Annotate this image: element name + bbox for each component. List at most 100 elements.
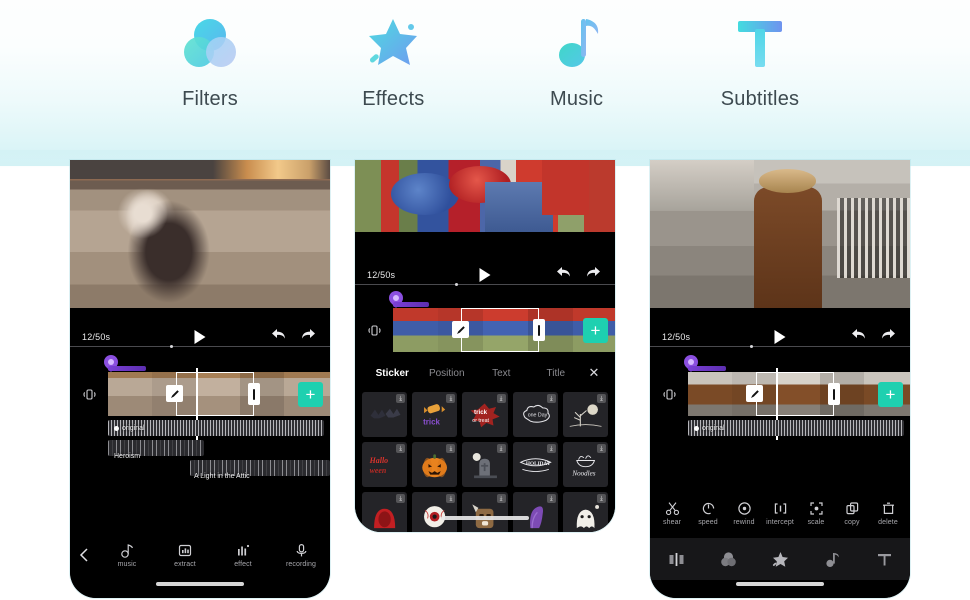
sticker-bats[interactable]: ⤓ xyxy=(362,392,408,438)
vibrate-icon[interactable] xyxy=(663,388,676,404)
audio-toolbar[interactable]: music extract effect recording xyxy=(70,532,330,578)
play-icon[interactable] xyxy=(479,268,491,282)
undo-icon[interactable] xyxy=(556,266,571,284)
tool-copy[interactable]: copy xyxy=(834,501,870,526)
tool-music[interactable]: music xyxy=(98,543,156,568)
close-x-icon[interactable]: ✕ xyxy=(583,365,605,381)
nav-text[interactable] xyxy=(875,550,894,569)
play-icon[interactable] xyxy=(774,330,786,344)
clip-frame[interactable] xyxy=(688,372,732,416)
video-preview[interactable] xyxy=(70,160,330,308)
scrub-dot[interactable] xyxy=(750,345,753,348)
tab-sticker[interactable]: Sticker xyxy=(365,368,420,379)
tab-title[interactable]: Title xyxy=(529,368,584,379)
download-icon[interactable]: ⤓ xyxy=(396,394,406,403)
nav-clip-edit[interactable] xyxy=(667,550,686,569)
sticker-eyeball[interactable]: ⤓ xyxy=(412,492,458,532)
sticker-moon-tree[interactable]: ⤓ xyxy=(562,392,608,438)
tool-delete[interactable]: delete xyxy=(870,501,906,526)
redo-icon[interactable] xyxy=(881,328,896,346)
redo-icon[interactable] xyxy=(301,328,316,346)
download-icon[interactable]: ⤓ xyxy=(446,494,456,504)
tool-shear[interactable]: shear xyxy=(654,501,690,526)
download-icon[interactable]: ⤓ xyxy=(597,394,606,403)
sticker-clip-bar[interactable] xyxy=(688,366,726,371)
clip-frame[interactable] xyxy=(393,308,438,352)
timeline[interactable]: + original xyxy=(650,352,910,452)
timeline[interactable]: + xyxy=(355,288,615,360)
vibrate-icon[interactable] xyxy=(368,324,381,340)
clip-tools-toolbar[interactable]: shear speed rewind intercept scale copy … xyxy=(650,490,910,536)
pencil-icon[interactable] xyxy=(452,321,469,338)
feature-subtitles[interactable]: Subtitles xyxy=(685,8,835,111)
bottom-navbar[interactable] xyxy=(650,538,910,580)
nav-filters[interactable] xyxy=(719,550,738,569)
tab-text[interactable]: Text xyxy=(474,368,529,379)
video-preview[interactable] xyxy=(650,160,910,308)
add-clip-button[interactable]: + xyxy=(583,318,608,343)
timeline[interactable]: + original Heroism A Light in the Attic xyxy=(70,352,330,480)
sticker-red-hood[interactable]: ⤓ xyxy=(362,492,408,532)
download-icon[interactable]: ⤓ xyxy=(496,444,506,454)
download-icon[interactable]: ⤓ xyxy=(546,444,556,454)
playhead[interactable] xyxy=(196,368,198,448)
tool-intercept[interactable]: intercept xyxy=(762,501,798,526)
nav-music[interactable] xyxy=(823,550,842,569)
tool-scale[interactable]: scale xyxy=(798,501,834,526)
sticker-halloween-text[interactable]: ⤓ Hallo ween xyxy=(362,442,408,488)
back-chevron-icon[interactable] xyxy=(70,548,98,562)
trim-handle-right[interactable] xyxy=(533,319,545,341)
sticker-clip-bar[interactable] xyxy=(108,366,146,371)
audio-track-original[interactable]: original xyxy=(688,420,904,436)
clip-selection-box[interactable] xyxy=(461,308,539,352)
sticker-candy[interactable]: ⤓ trick xyxy=(412,392,458,438)
sticker-clip-bar[interactable] xyxy=(393,302,429,307)
sticker-purple-ghost[interactable]: ⤓ xyxy=(512,492,558,532)
clip-frame[interactable] xyxy=(108,372,152,416)
download-icon[interactable]: ⤓ xyxy=(546,494,556,504)
sticker-white-ghost[interactable]: ⤓ xyxy=(562,492,608,532)
tool-speed[interactable]: speed xyxy=(690,501,726,526)
audio-track-original[interactable]: original xyxy=(108,420,324,436)
sticker-holiday-badge[interactable]: ⤓ HOLIDAY xyxy=(512,442,558,488)
sticker-dog[interactable]: ⤓ xyxy=(462,492,508,532)
video-preview[interactable] xyxy=(355,160,615,232)
redo-icon[interactable] xyxy=(586,266,601,284)
download-icon[interactable]: ⤓ xyxy=(396,494,406,504)
pencil-icon[interactable] xyxy=(166,385,183,402)
trim-handle-right[interactable] xyxy=(248,383,260,405)
scrub-dot[interactable] xyxy=(170,345,173,348)
play-icon[interactable] xyxy=(194,330,206,344)
vibrate-icon[interactable] xyxy=(83,388,96,404)
download-icon[interactable]: ⤓ xyxy=(446,444,456,454)
download-icon[interactable]: ⤓ xyxy=(496,394,506,403)
feature-effects[interactable]: Effects xyxy=(318,8,468,111)
nav-effects[interactable] xyxy=(771,550,790,569)
undo-icon[interactable] xyxy=(851,328,866,346)
download-icon[interactable]: ⤓ xyxy=(546,394,556,403)
sticker-noodles[interactable]: ⤓ Noodles xyxy=(562,442,608,488)
scrub-dot[interactable] xyxy=(455,283,458,286)
sticker-tombstone[interactable]: ⤓ xyxy=(462,442,508,488)
download-icon[interactable]: ⤓ xyxy=(597,444,606,454)
sticker-one-day[interactable]: ⤓ one Day xyxy=(512,392,558,438)
sticker-grid[interactable]: ⤓ ⤓ trick ⤓ trick or treat ⤓ one Day ⤓ ⤓… xyxy=(355,392,615,532)
clip-selection-box[interactable] xyxy=(176,372,254,416)
tab-position[interactable]: Position xyxy=(420,368,475,379)
download-icon[interactable]: ⤓ xyxy=(496,494,506,504)
download-icon[interactable]: ⤓ xyxy=(597,494,606,504)
tool-recording[interactable]: recording xyxy=(272,543,330,568)
download-icon[interactable]: ⤓ xyxy=(446,394,456,403)
download-icon[interactable]: ⤓ xyxy=(396,444,406,454)
add-clip-button[interactable]: + xyxy=(298,382,323,407)
add-clip-button[interactable]: + xyxy=(878,382,903,407)
undo-icon[interactable] xyxy=(271,328,286,346)
sticker-panel-tabs[interactable]: Sticker Position Text Title ✕ xyxy=(355,360,615,386)
sticker-trick-or-treat[interactable]: ⤓ trick or treat xyxy=(462,392,508,438)
trim-handle-right[interactable] xyxy=(828,383,840,405)
tool-effect[interactable]: effect xyxy=(214,543,272,568)
pencil-icon[interactable] xyxy=(746,385,763,402)
sticker-pumpkin[interactable]: ⤓ xyxy=(412,442,458,488)
tool-rewind[interactable]: rewind xyxy=(726,501,762,526)
feature-filters[interactable]: Filters xyxy=(135,8,285,111)
